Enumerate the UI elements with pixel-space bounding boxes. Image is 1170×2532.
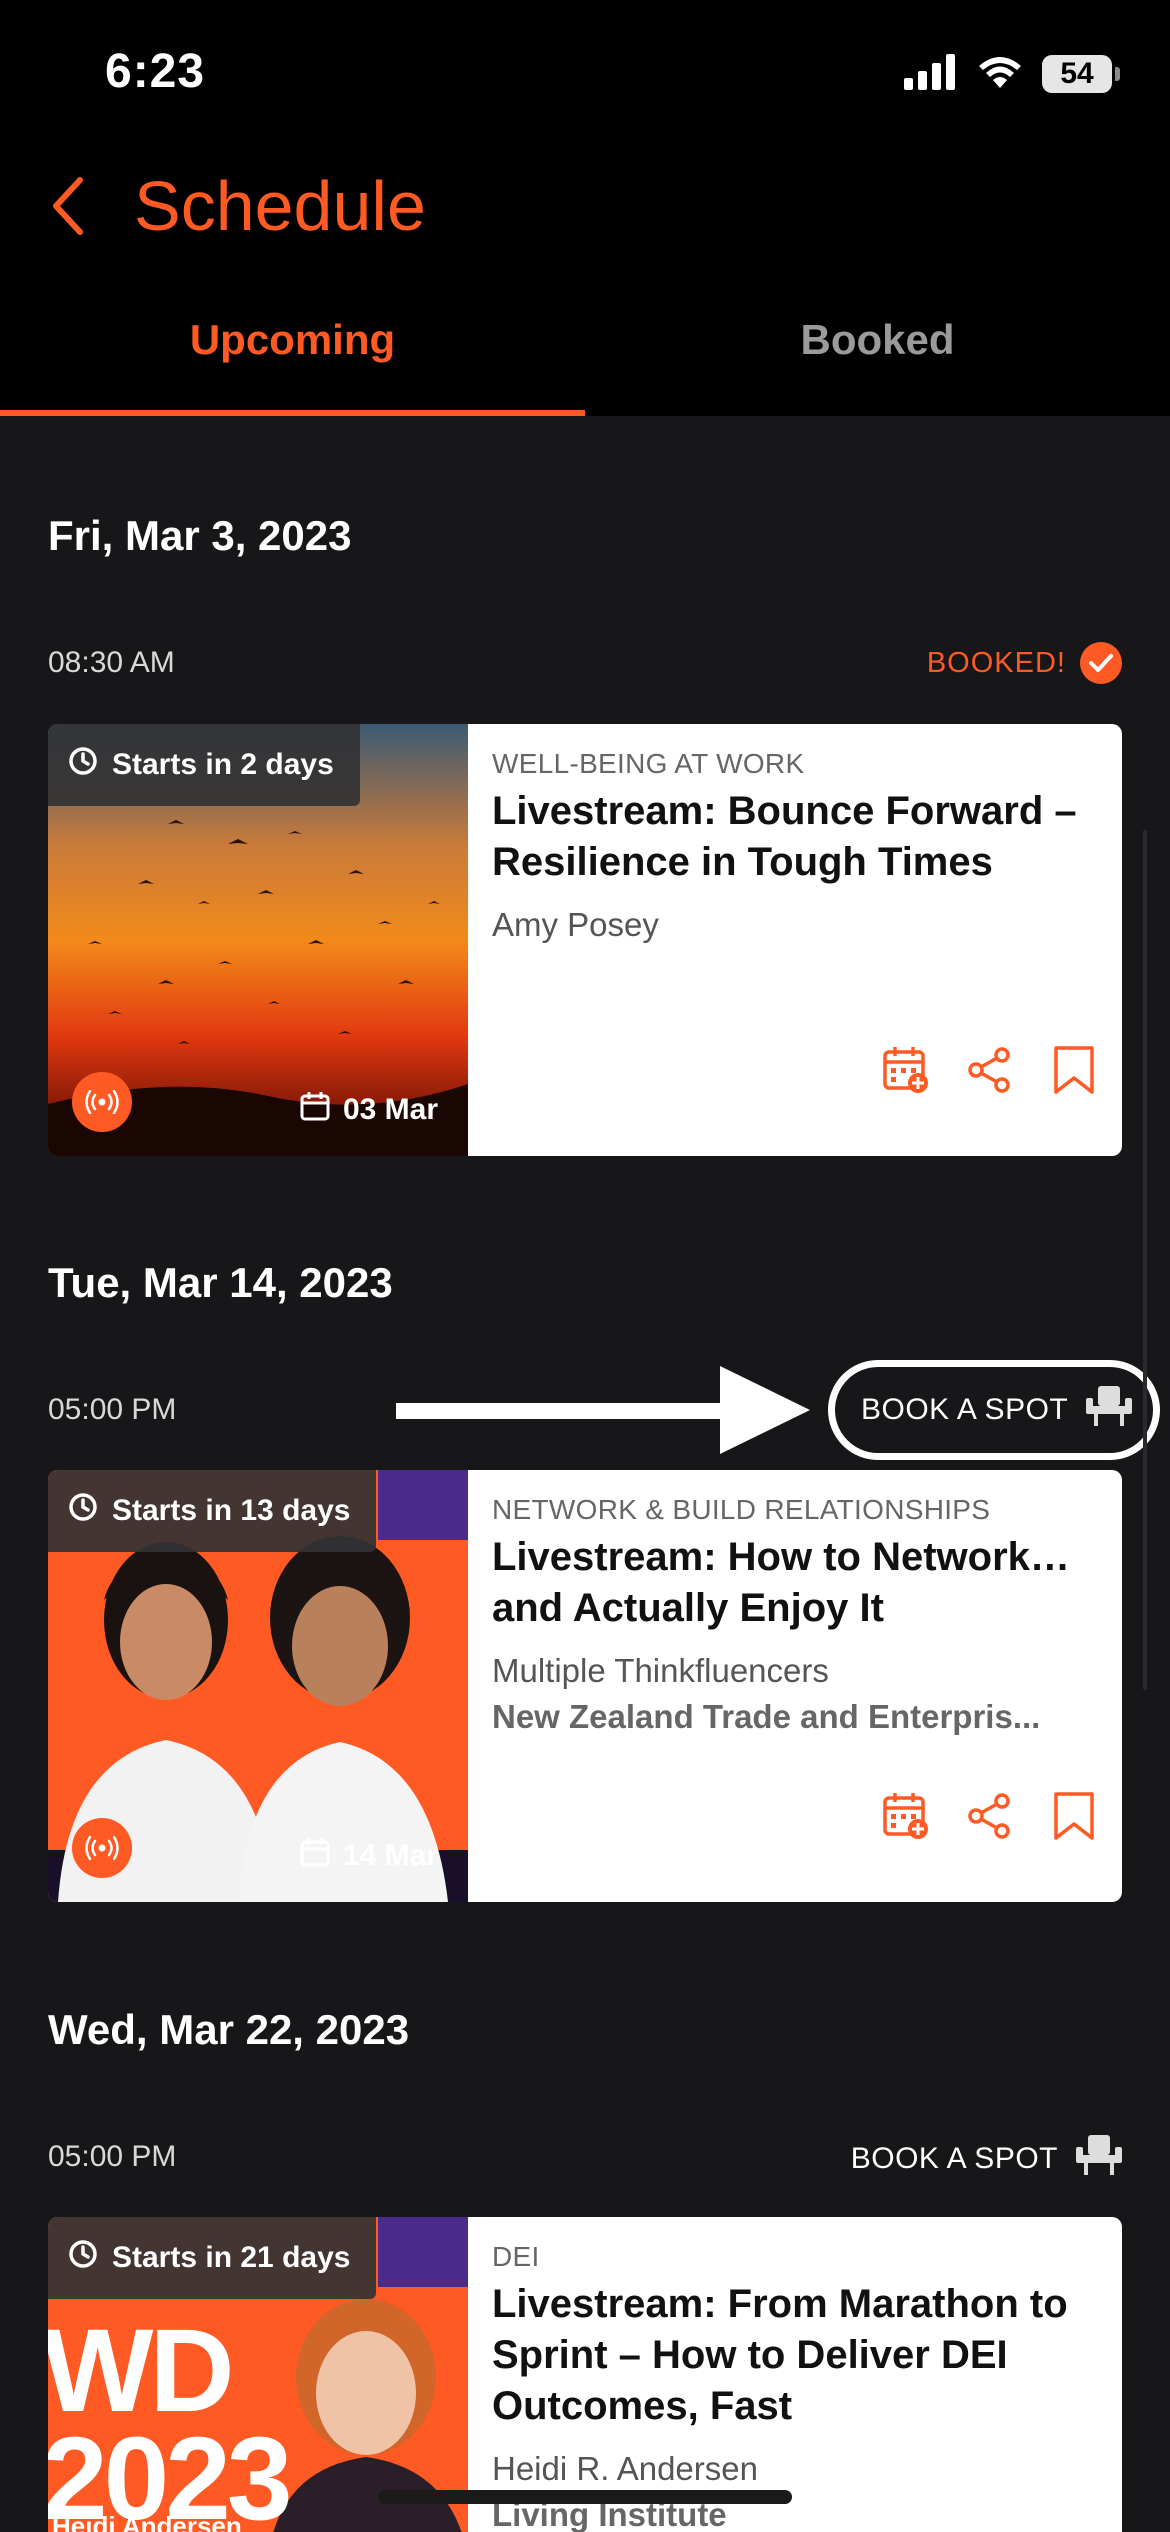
bookmark-icon[interactable]: [1048, 1044, 1100, 1096]
event-author: Multiple Thinkfluencers: [492, 1652, 829, 1689]
starts-in-badge: Starts in 13 days: [48, 1470, 377, 1552]
event-date-chip: 14 Mar: [299, 1836, 438, 1876]
starts-in-label: Starts in 21 days: [112, 2241, 351, 2274]
event-title[interactable]: Livestream: Bounce Forward – Resilience …: [492, 786, 1098, 888]
event-card[interactable]: Starts in 13 days 14 Mar NETWORK & BUILD…: [48, 1470, 1122, 1902]
check-icon: [1080, 642, 1122, 684]
starts-in-badge: Starts in 2 days: [48, 724, 360, 806]
event-thumbnail: Starts in 13 days 14 Mar: [48, 1470, 468, 1902]
starts-in-badge: Starts in 21 days: [48, 2217, 377, 2299]
event-title[interactable]: Livestream: From Marathon to Sprint – Ho…: [492, 2279, 1098, 2432]
booked-label: BOOKED!: [926, 646, 1066, 679]
event-details: DEI Livestream: From Marathon to Sprint …: [492, 2241, 1098, 2532]
event-thumbnail: WD 2023 Heidi Andersen Starts in 21 days: [48, 2217, 468, 2532]
event-image-caption: Heidi Andersen: [52, 2511, 242, 2532]
time-label: 05:00 PM: [48, 2140, 177, 2173]
active-tab-indicator: [0, 410, 585, 416]
book-a-spot-label: BOOK A SPOT: [861, 1393, 1069, 1426]
annotation-arrow-icon: [396, 1366, 810, 1454]
share-icon[interactable]: [964, 1790, 1016, 1842]
book-a-spot-button[interactable]: BOOK A SPOT: [851, 2133, 1122, 2185]
event-category: DEI: [492, 2241, 540, 2272]
event-author: Amy Posey: [492, 906, 659, 943]
event-thumbnail: Starts in 2 days 03 Mar: [48, 724, 468, 1156]
scrollbar[interactable]: [1143, 830, 1147, 1690]
event-details: WELL-BEING AT WORK Livestream: Bounce Fo…: [492, 748, 1098, 944]
event-author: Heidi R. Andersen: [492, 2450, 758, 2487]
book-a-spot-button[interactable]: BOOK A SPOT: [828, 1360, 1160, 1460]
clock-icon: [68, 2239, 98, 2277]
battery-icon: 54: [1042, 55, 1120, 93]
book-a-spot-label: BOOK A SPOT: [850, 2142, 1058, 2175]
time-label: 08:30 AM: [48, 646, 175, 679]
page-title: Schedule: [134, 167, 426, 245]
event-date-label: 03 Mar: [342, 1093, 438, 1126]
clock-icon: [68, 1492, 98, 1530]
date-heading: Fri, Mar 3, 2023: [48, 512, 352, 559]
signal-icon: [904, 53, 958, 95]
seat-icon: [1086, 1384, 1133, 1436]
event-category: WELL-BEING AT WORK: [492, 748, 805, 779]
event-date-chip: 03 Mar: [299, 1090, 438, 1130]
date-heading: Tue, Mar 14, 2023: [48, 1259, 393, 1306]
event-category: NETWORK & BUILD RELATIONSHIPS: [492, 1494, 991, 1525]
livestream-icon: [72, 1818, 132, 1878]
card-actions: [880, 1790, 1100, 1842]
seat-icon: [1076, 2133, 1122, 2185]
booked-status: BOOKED!: [927, 642, 1122, 684]
card-actions: [880, 1044, 1100, 1096]
add-to-calendar-icon[interactable]: [880, 1044, 932, 1096]
top-bar: 6:23 54 Schedule Upcoming Booked: [0, 0, 1170, 416]
wifi-icon: [976, 54, 1024, 95]
status-time: 6:23: [105, 45, 206, 98]
starts-in-label: Starts in 2 days: [112, 748, 334, 781]
event-title[interactable]: Livestream: How to Network… and Actually…: [492, 1532, 1098, 1634]
event-date-label: 14 Mar: [342, 1839, 438, 1872]
calendar-icon: [299, 1836, 331, 1876]
time-label: 05:00 PM: [48, 1393, 177, 1426]
back-button[interactable]: [48, 176, 88, 236]
livestream-icon: [72, 1072, 132, 1132]
event-organization: New Zealand Trade and Enterpris...: [492, 1698, 1041, 1735]
event-image-text: WD 2023: [48, 2305, 293, 2532]
tab-upcoming[interactable]: Upcoming: [0, 316, 585, 364]
bookmark-icon[interactable]: [1048, 1790, 1100, 1842]
home-indicator[interactable]: [378, 2490, 792, 2504]
clock-icon: [68, 746, 98, 784]
date-heading: Wed, Mar 22, 2023: [48, 2006, 410, 2053]
status-icons: 54: [904, 52, 1120, 96]
calendar-icon: [299, 1090, 331, 1130]
add-to-calendar-icon[interactable]: [880, 1790, 932, 1842]
starts-in-label: Starts in 13 days: [112, 1494, 351, 1527]
event-card[interactable]: Starts in 2 days 03 Mar WELL-BEING AT WO…: [48, 724, 1122, 1156]
event-card[interactable]: WD 2023 Heidi Andersen Starts in 21 days…: [48, 2217, 1122, 2532]
tab-booked[interactable]: Booked: [585, 316, 1170, 364]
event-details: NETWORK & BUILD RELATIONSHIPS Livestream…: [492, 1494, 1098, 1736]
share-icon[interactable]: [964, 1044, 1016, 1096]
